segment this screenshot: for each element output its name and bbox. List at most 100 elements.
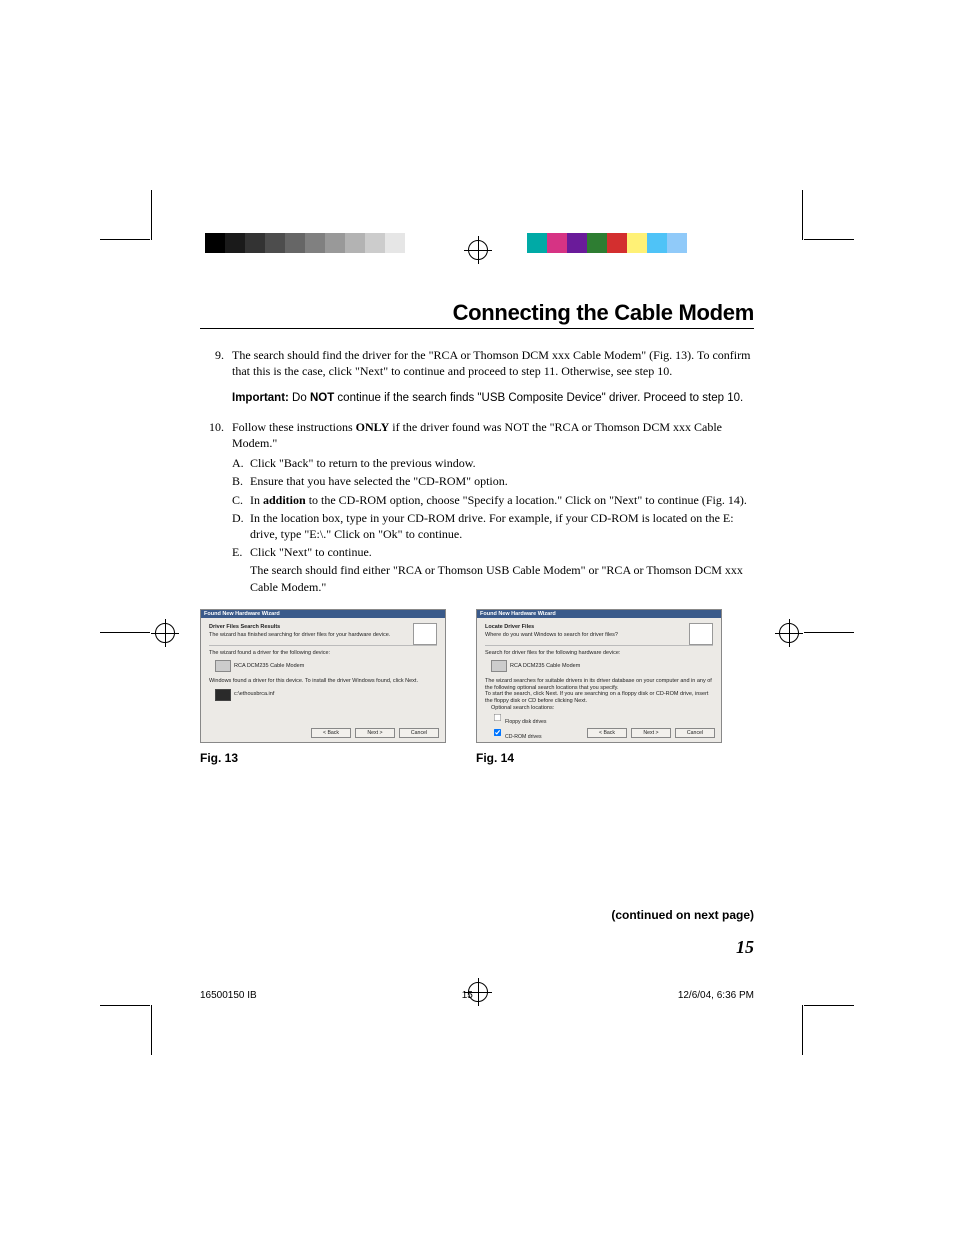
device-name: RCA DCM235 Cable Modem bbox=[234, 663, 304, 670]
options-label: Optional search locations: bbox=[491, 705, 713, 712]
page-content: Connecting the Cable Modem 9. The search… bbox=[200, 300, 754, 980]
dialog-header: Driver Files Search Results bbox=[209, 624, 437, 631]
crop-mark bbox=[151, 190, 152, 240]
text: In bbox=[250, 493, 263, 507]
step-text: Follow these instructions ONLY if the dr… bbox=[232, 419, 754, 595]
color-swatch bbox=[587, 233, 607, 253]
device-row: RCA DCM235 Cable Modem bbox=[491, 660, 713, 672]
dialog-line: The wizard found a driver for the follow… bbox=[209, 650, 437, 657]
step-10: 10. Follow these instructions ONLY if th… bbox=[200, 419, 754, 595]
color-swatch bbox=[205, 233, 225, 253]
crop-mark bbox=[804, 632, 854, 633]
dialog-buttons: < Back Next > Cancel bbox=[311, 728, 439, 738]
substep-list: A.Click "Back" to return to the previous… bbox=[232, 455, 754, 560]
footer-meta: 16500150 IB 15 12/6/04, 6:36 PM bbox=[200, 990, 754, 1001]
color-swatch bbox=[667, 233, 687, 253]
color-swatch bbox=[567, 233, 587, 253]
figures-row: Found New Hardware Wizard Driver Files S… bbox=[200, 609, 754, 765]
substep-text: In addition to the CD-ROM option, choose… bbox=[250, 492, 754, 508]
important-bold: NOT bbox=[310, 392, 334, 404]
next-button[interactable]: Next > bbox=[355, 728, 395, 738]
dialog-header: Locate Driver Files bbox=[485, 624, 713, 631]
search-location-option[interactable]: Floppy disk drives bbox=[491, 711, 713, 726]
substep-letter: D. bbox=[232, 510, 250, 542]
back-button[interactable]: < Back bbox=[311, 728, 351, 738]
color-swatch bbox=[305, 233, 325, 253]
crop-mark bbox=[100, 239, 150, 240]
substep-text: In the location box, type in your CD-ROM… bbox=[250, 510, 754, 542]
search-location-option[interactable]: Specify a location bbox=[491, 740, 713, 743]
substep-letter: B. bbox=[232, 473, 250, 489]
dialog-body: Locate Driver Files Where do you want Wi… bbox=[477, 618, 721, 728]
footer-page: 15 bbox=[462, 990, 473, 1001]
wizard-icon bbox=[689, 623, 713, 645]
option-label: CD-ROM drives bbox=[505, 734, 542, 740]
crop-mark bbox=[802, 1005, 803, 1055]
color-swatch bbox=[225, 233, 245, 253]
page-title: Connecting the Cable Modem bbox=[200, 300, 754, 329]
cancel-button[interactable]: Cancel bbox=[399, 728, 439, 738]
crop-mark bbox=[804, 1005, 854, 1006]
substep-text: Click "Back" to return to the previous w… bbox=[250, 455, 754, 471]
device-icon bbox=[215, 660, 231, 672]
dialog-subheader: The wizard has finished searching for dr… bbox=[209, 632, 437, 639]
color-swatch bbox=[547, 233, 567, 253]
next-button[interactable]: Next > bbox=[631, 728, 671, 738]
page-number: 15 bbox=[736, 937, 754, 958]
wizard-dialog: Found New Hardware Wizard Driver Files S… bbox=[200, 609, 446, 743]
color-swatch bbox=[285, 233, 305, 253]
substep-letter: E. bbox=[232, 544, 250, 560]
figure-caption: Fig. 14 bbox=[476, 751, 722, 765]
step-number: 10. bbox=[200, 419, 232, 595]
dialog-titlebar: Found New Hardware Wizard bbox=[477, 610, 721, 619]
dialog-line: Search for driver files for the followin… bbox=[485, 650, 713, 657]
dialog-paragraph: To start the search, click Next. If you … bbox=[485, 691, 713, 704]
dialog-body: Driver Files Search Results The wizard h… bbox=[201, 618, 445, 728]
process-color-bar bbox=[527, 233, 687, 253]
important-suffix: continue if the search finds "USB Compos… bbox=[334, 392, 743, 404]
substep-d: D.In the location box, type in your CD-R… bbox=[232, 510, 754, 542]
step-number: 9. bbox=[200, 347, 232, 379]
wizard-icon bbox=[413, 623, 437, 645]
footer-doc-id: 16500150 IB bbox=[200, 990, 257, 1001]
color-swatch bbox=[365, 233, 385, 253]
option-checkbox[interactable] bbox=[494, 729, 501, 736]
registration-mark-icon bbox=[155, 623, 175, 643]
device-row: RCA DCM235 Cable Modem bbox=[215, 660, 437, 672]
substep-letter: C. bbox=[232, 492, 250, 508]
driver-path: c:\ethousbrca.inf bbox=[234, 691, 274, 698]
color-swatch bbox=[627, 233, 647, 253]
text-bold: ONLY bbox=[356, 420, 390, 434]
figure-13: Found New Hardware Wizard Driver Files S… bbox=[200, 609, 446, 765]
color-swatch bbox=[607, 233, 627, 253]
substep-a: A.Click "Back" to return to the previous… bbox=[232, 455, 754, 471]
text-bold: addition bbox=[263, 493, 306, 507]
substep-text: Ensure that you have selected the "CD-RO… bbox=[250, 473, 754, 489]
driver-icon bbox=[215, 689, 231, 701]
dialog-buttons: < Back Next > Cancel bbox=[587, 728, 715, 738]
device-icon bbox=[491, 660, 507, 672]
crop-mark bbox=[151, 1005, 152, 1055]
dialog-titlebar: Found New Hardware Wizard bbox=[201, 610, 445, 619]
color-swatch bbox=[647, 233, 667, 253]
crop-mark bbox=[802, 190, 803, 240]
back-button[interactable]: < Back bbox=[587, 728, 627, 738]
cancel-button[interactable]: Cancel bbox=[675, 728, 715, 738]
footer-timestamp: 12/6/04, 6:36 PM bbox=[678, 990, 754, 1001]
option-checkbox[interactable] bbox=[494, 714, 501, 721]
registration-mark-icon bbox=[468, 240, 488, 260]
dialog-paragraph: The wizard searches for suitable drivers… bbox=[485, 678, 713, 691]
registration-mark-icon bbox=[779, 623, 799, 643]
text: to the CD-ROM option, choose "Specify a … bbox=[306, 493, 747, 507]
figure-14: Found New Hardware Wizard Locate Driver … bbox=[476, 609, 722, 765]
color-swatch bbox=[245, 233, 265, 253]
substep-b: B.Ensure that you have selected the "CD-… bbox=[232, 473, 754, 489]
color-swatch bbox=[325, 233, 345, 253]
substep-text: Click "Next" to continue. bbox=[250, 544, 754, 560]
color-swatch bbox=[345, 233, 365, 253]
important-callout: Important: Do NOT continue if the search… bbox=[232, 391, 754, 407]
crop-mark bbox=[100, 1005, 150, 1006]
important-label: Important: bbox=[232, 392, 289, 404]
driver-row: c:\ethousbrca.inf bbox=[215, 689, 437, 701]
step-list: 9. The search should find the driver for… bbox=[200, 347, 754, 379]
